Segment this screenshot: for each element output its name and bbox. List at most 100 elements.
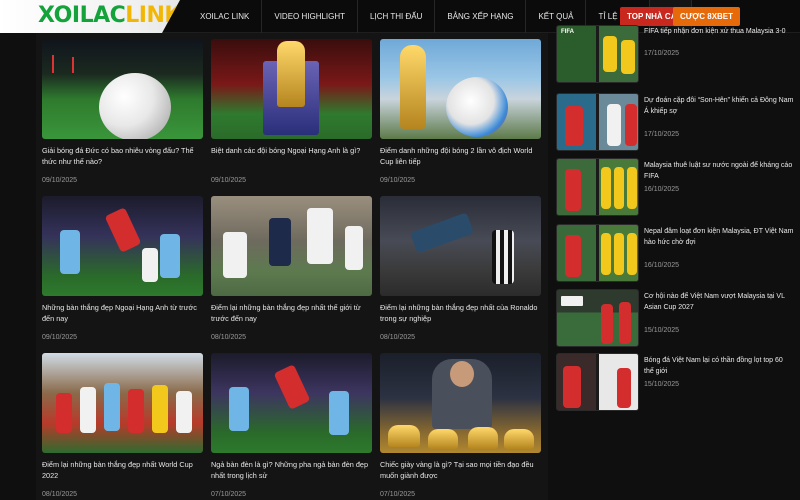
player-figure: [603, 36, 617, 72]
standings-table-graphic: [561, 296, 583, 306]
player-figure: [72, 57, 74, 73]
article-title[interactable]: Điểm lại những bàn thắng đẹp nhất World …: [42, 459, 203, 483]
sidebar-news-date: 17/10/2025: [644, 131, 680, 138]
player-figure: [60, 230, 80, 274]
sidebar-news-title[interactable]: Dự đoán cặp đôi “Son-Hên” khiến cả Đông …: [644, 96, 794, 117]
article-date: 08/10/2025: [42, 491, 78, 498]
player-figure: [56, 393, 72, 433]
article-title[interactable]: Biệt danh các đội bóng Ngoại Hạng Anh là…: [211, 145, 372, 169]
article-title[interactable]: Điểm lại những bàn thắng đẹp nhất của Ro…: [380, 302, 541, 326]
article-title[interactable]: Điểm danh những đội bóng 2 lần vô địch W…: [380, 145, 541, 169]
fifa-logo-text: FIFA: [561, 29, 574, 35]
sidebar-thumbnail[interactable]: [556, 353, 639, 411]
article-title[interactable]: Điểm lại những bàn thắng đẹp nhất thế gi…: [211, 302, 372, 326]
football-image: [99, 73, 171, 139]
golden-boot-image: [428, 429, 458, 449]
player-figure: [601, 167, 611, 209]
nav-item-xoilac-link[interactable]: XOILAC LINK: [188, 0, 263, 33]
article-date: 09/10/2025: [380, 177, 416, 184]
player-figure: [80, 387, 96, 433]
article-card[interactable]: Những bàn thắng đẹp Ngoại Hạng Anh từ tr…: [42, 196, 203, 353]
article-thumbnail[interactable]: [211, 196, 372, 296]
article-card[interactable]: Chiếc giày vàng là gì? Tại sao mọi tiền …: [380, 353, 541, 500]
site-logo[interactable]: XOILACLINK: [0, 0, 180, 33]
article-grid: Giải bóng đá Đức có bao nhiêu vòng đấu? …: [42, 39, 541, 500]
sidebar-news-date: 15/10/2025: [644, 381, 680, 388]
sidebar-thumbnail[interactable]: [556, 158, 639, 216]
player-figure: [492, 230, 514, 284]
nav-item-video-highlight[interactable]: VIDEO HIGHLIGHT: [262, 0, 359, 33]
bet-8xbet-button[interactable]: CƯỢC 8XBET: [673, 7, 741, 26]
article-thumbnail[interactable]: [211, 353, 372, 453]
sidebar-news-item[interactable]: FIFA FIFA tiếp nhận đơn kiện xử thua Mal…: [555, 25, 800, 85]
player-figure: [269, 218, 291, 266]
article-date: 07/10/2025: [380, 491, 416, 498]
sidebar-news-date: 15/10/2025: [644, 327, 680, 334]
article-card[interactable]: Điểm lại những bàn thắng đẹp nhất của Ro…: [380, 196, 541, 353]
sidebar-thumbnail[interactable]: [556, 289, 639, 347]
sidebar-news-date: 16/10/2025: [644, 262, 680, 269]
article-date: 09/10/2025: [211, 177, 247, 184]
article-card[interactable]: Điểm lại những bàn thắng đẹp nhất World …: [42, 353, 203, 500]
sidebar-news-item[interactable]: Bóng đá Việt Nam lại có thần đồng lọt to…: [555, 353, 800, 413]
player-figure: [614, 167, 624, 209]
article-date: 09/10/2025: [42, 334, 78, 341]
football-image: [446, 77, 508, 137]
player-figure: [52, 55, 54, 73]
player-figure: [176, 391, 192, 433]
sidebar-news-date: 16/10/2025: [644, 186, 680, 193]
sidebar-news-item[interactable]: Malaysia thuê luật sư nước ngoài để khán…: [555, 158, 800, 218]
logo-text-part1: XOILAC: [38, 3, 126, 28]
player-figure: [345, 226, 363, 270]
sidebar-news-list: FIFA FIFA tiếp nhận đơn kiện xử thua Mal…: [555, 25, 800, 500]
sidebar-thumbnail[interactable]: [556, 93, 639, 151]
player-figure: [307, 208, 333, 264]
player-figure: [104, 207, 142, 253]
article-title[interactable]: Ngả bàn đèn là gì? Những pha ngả bàn đèn…: [211, 459, 372, 483]
article-grid-panel: Giải bóng đá Đức có bao nhiêu vòng đấu? …: [36, 33, 548, 500]
player-figure: [128, 389, 144, 433]
player-figure: [410, 212, 474, 254]
sidebar-news-item[interactable]: Dự đoán cặp đôi “Son-Hên” khiến cả Đông …: [555, 93, 800, 153]
sidebar-news-title[interactable]: Cơ hội nào để Việt Nam vượt Malaysia tại…: [644, 292, 794, 313]
article-title[interactable]: Những bàn thắng đẹp Ngoại Hạng Anh từ tr…: [42, 302, 203, 326]
player-figure: [619, 302, 631, 344]
sidebar-news-title[interactable]: Nepal đâm loạt đơn kiện Malaysia, ĐT Việ…: [644, 227, 794, 248]
sidebar-news-title[interactable]: Malaysia thuê luật sư nước ngoài để khán…: [644, 161, 794, 182]
article-thumbnail[interactable]: [380, 39, 541, 139]
player-figure: [223, 232, 247, 278]
player-figure: [607, 104, 621, 146]
nav-item-schedule[interactable]: LỊCH THI ĐẤU: [358, 0, 436, 33]
player-figure: [601, 233, 611, 275]
article-thumbnail[interactable]: [42, 39, 203, 139]
article-card[interactable]: Điểm lại những bàn thắng đẹp nhất thế gi…: [211, 196, 372, 353]
article-title[interactable]: Chiếc giày vàng là gì? Tại sao mọi tiền …: [380, 459, 541, 483]
article-card[interactable]: Biệt danh các đội bóng Ngoại Hạng Anh là…: [211, 39, 372, 196]
sidebar-thumbnail[interactable]: FIFA: [556, 25, 639, 83]
article-card[interactable]: Giải bóng đá Đức có bao nhiêu vòng đấu? …: [42, 39, 203, 196]
article-thumbnail[interactable]: [42, 196, 203, 296]
sidebar-news-title[interactable]: FIFA tiếp nhận đơn kiện xử thua Malaysia…: [644, 27, 794, 38]
article-card[interactable]: Ngả bàn đèn là gì? Những pha ngả bàn đèn…: [211, 353, 372, 500]
sidebar-news-item[interactable]: Nepal đâm loạt đơn kiện Malaysia, ĐT Việ…: [555, 224, 800, 284]
player-figure: [142, 248, 158, 282]
sidebar-news-item[interactable]: Cơ hội nào để Việt Nam vượt Malaysia tại…: [555, 289, 800, 349]
player-figure: [627, 233, 637, 275]
article-thumbnail[interactable]: [211, 39, 372, 139]
article-thumbnail[interactable]: [42, 353, 203, 453]
nav-item-standings[interactable]: BẢNG XẾP HẠNG: [435, 0, 527, 33]
sidebar-news-date: 17/10/2025: [644, 50, 680, 57]
player-figure: [563, 366, 581, 408]
article-title[interactable]: Giải bóng đá Đức có bao nhiêu vòng đấu? …: [42, 145, 203, 169]
article-thumbnail[interactable]: [380, 196, 541, 296]
logo-text: XOILACLINK: [38, 3, 181, 28]
sidebar-news-title[interactable]: Bóng đá Việt Nam lại có thần đồng lọt to…: [644, 356, 794, 377]
article-card[interactable]: Điểm danh những đội bóng 2 lần vô địch W…: [380, 39, 541, 196]
article-date: 09/10/2025: [42, 177, 78, 184]
player-figure: [273, 364, 311, 410]
logo-text-part2: LINK: [125, 3, 181, 28]
golden-boot-image: [468, 427, 498, 449]
player-figure: [621, 40, 635, 74]
article-thumbnail[interactable]: [380, 353, 541, 453]
sidebar-thumbnail[interactable]: [556, 224, 639, 282]
